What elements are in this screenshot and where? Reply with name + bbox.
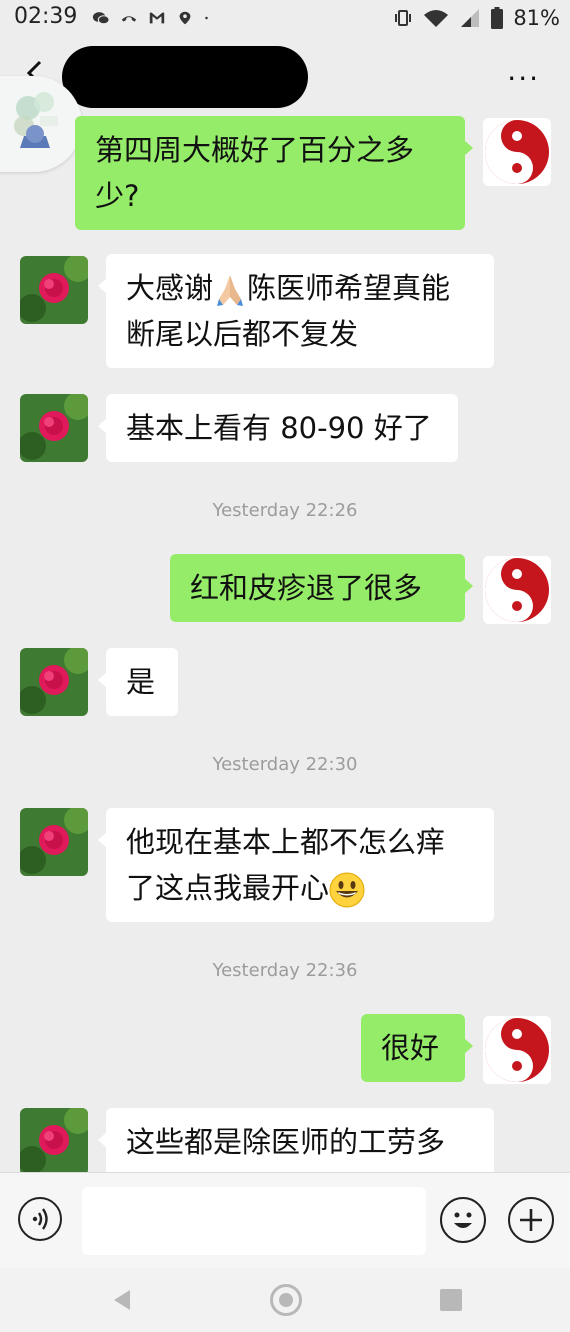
folded-hands-icon [217,275,244,306]
dot-icon [205,16,208,20]
message-text: 很好 [381,1031,440,1065]
emoji-button[interactable] [440,1197,486,1243]
voice-input-button[interactable] [18,1197,62,1241]
message-text: 这些都是除医师的工劳多 [126,1125,446,1159]
peony-flower-icon [20,256,88,324]
message-text-part2: 陈医师希望真能 [247,271,451,305]
wifi-icon [424,10,449,27]
input-bar [0,1172,570,1269]
system-icons: 81% [393,6,560,30]
wechat-icon [92,12,110,25]
smiley-icon [454,1212,472,1228]
timestamp: Yesterday 22:30 [212,754,358,775]
chat-header: ··· [0,38,570,108]
battery-icon [491,7,504,29]
contact-avatar[interactable] [20,256,88,324]
message-text: 是 [126,665,156,699]
self-avatar[interactable] [483,118,551,186]
incoming-bubble[interactable]: 基本上看有 80-90 好了 [98,394,458,462]
incoming-bubble[interactable]: 他现在基本上都不怎么痒 了这点我最开心 [98,808,494,922]
plus-icon [520,1209,542,1231]
voice-icon [32,1208,48,1230]
signal-icon [461,9,480,27]
outgoing-bubble[interactable]: 红和皮疹退了很多 [170,554,473,622]
contact-name-redacted [62,46,308,108]
missed-call-icon [121,16,137,22]
self-avatar[interactable] [483,556,551,624]
message-input[interactable] [82,1187,426,1255]
message-text-line2: 断尾以后都不复发 [126,317,359,351]
peony-flower-icon [20,394,88,462]
message-text: 基本上看有 80-90 好了 [126,411,432,445]
incoming-bubble[interactable]: 是 [98,648,178,716]
yin-yang-avatar-icon [483,556,551,624]
message-text-part1: 大感谢 [126,271,214,305]
outgoing-bubble[interactable]: 很好 [361,1014,473,1082]
notification-icons [92,10,214,26]
grinning-face-icon [329,872,365,908]
more-options-icon[interactable]: ··· [507,62,540,95]
system-navigation-bar [0,1268,570,1332]
nav-recents-icon[interactable] [440,1289,462,1311]
contact-avatar[interactable] [20,1108,88,1174]
incoming-bubble[interactable]: 这些都是除医师的工劳多 [98,1108,494,1174]
message-text-line1: 他现在基本上都不怎么痒 [126,825,446,859]
nav-back-icon[interactable] [110,1288,134,1312]
location-icon [179,11,191,25]
contact-avatar[interactable] [20,808,88,876]
yin-yang-avatar-icon [483,1016,551,1084]
contact-avatar[interactable] [20,394,88,462]
more-functions-button[interactable] [508,1197,554,1243]
self-avatar[interactable] [483,1016,551,1084]
status-bar: 02:39 81% [0,0,570,38]
message-text: 红和皮疹退了很多 [190,571,423,605]
status-time: 02:39 [14,4,78,29]
incoming-bubble[interactable]: 大感谢 陈医师希望真能 断尾以后都不复发 [98,254,494,368]
contact-avatar[interactable] [20,648,88,716]
message-text: 第四周大概好了百分之多少? [95,133,415,213]
nav-home-icon[interactable] [270,1284,302,1316]
gmail-icon [149,12,165,24]
yin-yang-avatar-icon [483,118,551,186]
message-list[interactable]: 第四周大概好了百分之多少? 大感谢 陈医师希望真能 断尾以后都不复发 基本上看有… [0,108,570,1174]
outgoing-bubble[interactable]: 第四周大概好了百分之多少? [75,116,473,230]
message-text-line2: 了这点我最开心 [126,871,330,905]
peony-flower-icon [20,1108,88,1174]
timestamp: Yesterday 22:36 [212,960,358,981]
peony-flower-icon [20,808,88,876]
battery-percent: 81% [513,6,560,30]
peony-flower-icon [20,648,88,716]
vibrate-icon [395,10,412,26]
timestamp: Yesterday 22:26 [212,500,358,521]
